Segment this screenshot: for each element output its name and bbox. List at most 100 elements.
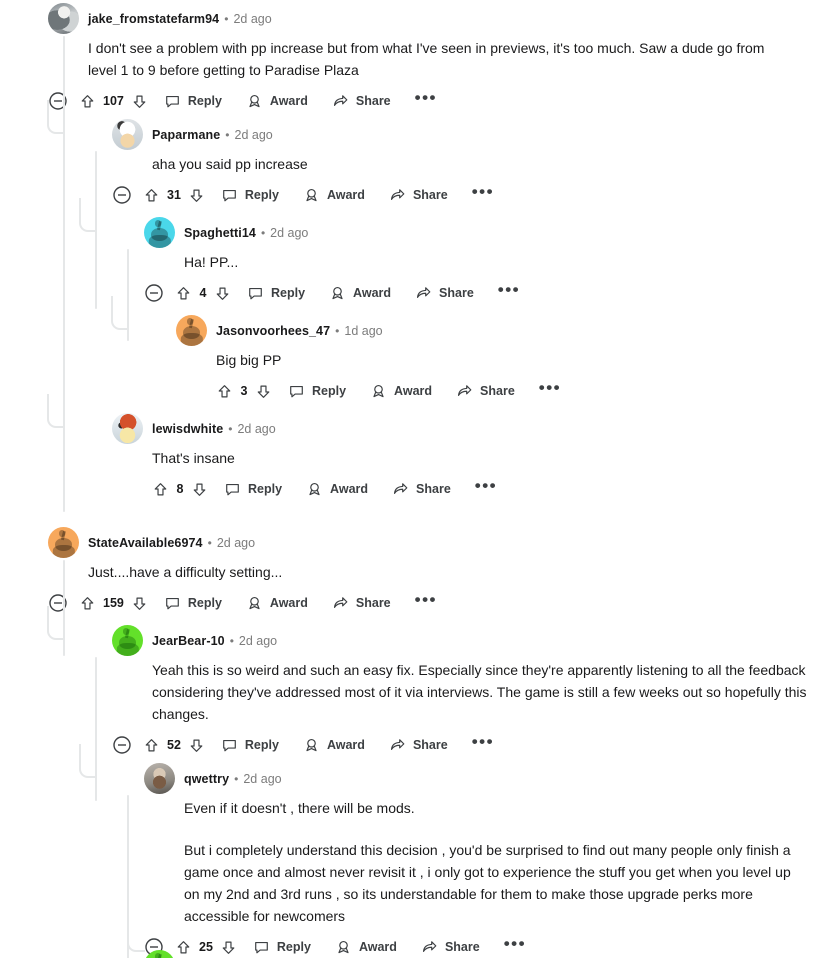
comment-text: But i completely understand this decisio… — [184, 842, 795, 924]
reply-button[interactable]: Reply — [217, 732, 283, 758]
reply-button[interactable]: Reply — [243, 280, 309, 306]
upvote-icon — [154, 482, 167, 495]
award-label: Award — [353, 286, 392, 300]
upvote-button[interactable]: 4 — [175, 280, 231, 306]
award-button[interactable]: Award — [242, 590, 312, 616]
award-button[interactable]: Award — [366, 378, 436, 404]
reply-button[interactable]: Reply — [220, 476, 286, 502]
vote-count: 4 — [199, 286, 207, 300]
share-icon — [416, 286, 431, 298]
avatar[interactable] — [112, 625, 143, 656]
award-icon — [249, 596, 260, 609]
share-button[interactable]: Share — [452, 378, 519, 404]
award-button[interactable]: Award — [331, 934, 401, 958]
more-options-button[interactable]: ••• — [500, 934, 530, 958]
upvote-icon — [145, 738, 158, 751]
share-icon — [333, 596, 348, 608]
more-options-button[interactable]: ••• — [411, 590, 441, 616]
collapse-button[interactable] — [144, 280, 164, 306]
upvote-button[interactable]: 31 — [143, 182, 205, 208]
separator-dot: • — [260, 225, 266, 240]
share-label: Share — [480, 384, 515, 398]
upvote-button[interactable]: 8 — [152, 476, 208, 502]
reply-label: Reply — [187, 94, 222, 108]
more-options-button[interactable]: ••• — [471, 476, 501, 502]
comment-header: Jasonvoorhees_47 • 1d ago — [176, 314, 808, 347]
award-button[interactable]: Award — [299, 732, 369, 758]
username[interactable]: StateAvailable6974 — [88, 536, 203, 550]
award-button[interactable]: Award — [299, 182, 369, 208]
award-button[interactable]: Award — [242, 88, 312, 114]
share-button[interactable]: Share — [385, 182, 452, 208]
vote-count: 25 — [199, 940, 213, 954]
thread-line[interactable] — [63, 36, 65, 512]
more-options-button[interactable]: ••• — [535, 378, 565, 404]
separator-dot: • — [225, 127, 230, 142]
avatar[interactable] — [112, 413, 143, 444]
thread-line[interactable] — [63, 560, 65, 656]
username[interactable]: Spaghetti14 — [184, 226, 256, 240]
award-button[interactable]: Award — [325, 280, 395, 306]
comment-header: lewisdwhite • 2d ago — [112, 412, 808, 445]
action-bar: 3 Reply Award Share ••• — [216, 373, 808, 409]
share-label: Share — [412, 188, 448, 202]
upvote-button[interactable]: 25 — [175, 934, 237, 958]
username[interactable]: lewisdwhite — [152, 422, 223, 436]
share-button[interactable]: Share — [411, 280, 478, 306]
upvote-button[interactable]: 107 — [79, 88, 148, 114]
reply-label: Reply — [248, 482, 283, 496]
upvote-button[interactable]: 3 — [216, 378, 272, 404]
reply-button[interactable]: Reply — [217, 182, 283, 208]
more-options-button[interactable]: ••• — [468, 182, 498, 208]
avatar[interactable] — [144, 763, 175, 794]
timestamp: 1d ago — [344, 323, 383, 338]
award-label: Award — [358, 940, 397, 954]
avatar[interactable] — [112, 119, 143, 150]
share-button[interactable]: Share — [417, 934, 484, 958]
award-icon — [373, 384, 384, 397]
avatar[interactable] — [48, 527, 79, 558]
avatar[interactable] — [144, 217, 175, 248]
upvote-button[interactable]: 159 — [79, 590, 148, 616]
username[interactable]: Jasonvoorhees_47 — [216, 324, 330, 338]
reply-button[interactable]: Reply — [249, 934, 315, 958]
collapse-button[interactable] — [112, 182, 132, 208]
more-options-button[interactable]: ••• — [494, 280, 524, 306]
thread-line[interactable] — [95, 151, 97, 309]
award-button[interactable]: Award — [302, 476, 372, 502]
comment-header: Spaghetti14 • 2d ago — [144, 216, 808, 249]
username[interactable]: JearBear-10 — [152, 634, 225, 648]
comment-header: qwettry • 2d ago — [144, 762, 808, 795]
share-button[interactable]: Share — [385, 732, 452, 758]
more-options-button[interactable]: ••• — [411, 88, 441, 114]
avatar[interactable] — [176, 315, 207, 346]
collapse-button[interactable] — [48, 590, 68, 616]
reply-button[interactable]: Reply — [284, 378, 350, 404]
share-button[interactable]: Share — [388, 476, 455, 502]
comment-bubble-icon — [249, 287, 262, 299]
vote-count: 107 — [103, 94, 124, 108]
reply-button[interactable]: Reply — [160, 590, 226, 616]
username[interactable]: jake_fromstatefarm94 — [88, 12, 219, 26]
more-icon: ••• — [474, 476, 498, 495]
comment-body: Even if it doesn't , there will be mods.… — [144, 795, 808, 958]
comment-header: JearBear-10 • 2d ago — [112, 624, 808, 657]
username[interactable]: qwettry — [184, 772, 229, 786]
upvote-button[interactable]: 52 — [143, 732, 205, 758]
action-bar: 107 Reply Award Share ••• — [48, 83, 808, 119]
more-icon: ••• — [538, 378, 562, 397]
award-label: Award — [326, 738, 365, 752]
share-button[interactable]: Share — [328, 88, 395, 114]
collapse-button[interactable] — [112, 732, 132, 758]
collapse-button[interactable] — [48, 88, 68, 114]
thread-line[interactable] — [95, 657, 97, 801]
username[interactable]: Paparmane — [152, 128, 220, 142]
share-button[interactable]: Share — [328, 590, 395, 616]
comment-Paparmane: Paparmane • 2d ago aha you said pp incre… — [47, 100, 808, 309]
comment-bubble-icon — [290, 385, 303, 397]
more-options-button[interactable]: ••• — [468, 732, 498, 758]
avatar[interactable] — [48, 3, 79, 34]
thread-line[interactable] — [127, 249, 129, 341]
reply-button[interactable]: Reply — [160, 88, 226, 114]
avatar[interactable] — [144, 950, 175, 958]
